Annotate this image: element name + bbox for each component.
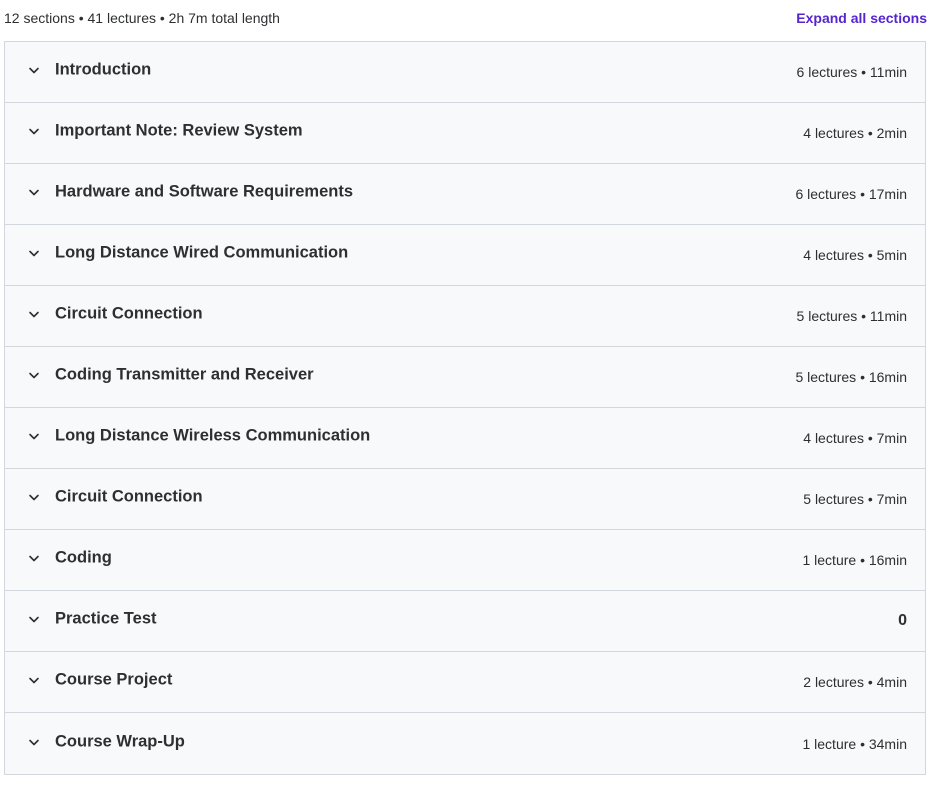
chevron-down-icon xyxy=(27,185,41,199)
section-meta: 4 lectures • 7min xyxy=(803,430,907,446)
section-meta: 6 lectures • 11min xyxy=(796,64,907,80)
chevron-down-icon xyxy=(27,551,41,565)
curriculum-summary-bar: 12 sections • 41 lectures • 2h 7m total … xyxy=(4,0,927,40)
section-meta: 5 lectures • 11min xyxy=(796,308,907,324)
chevron-down-icon xyxy=(27,735,41,749)
chevron-down-icon xyxy=(27,307,41,321)
section-title: Practice Test xyxy=(55,609,157,628)
section-row-circuit-connection-2[interactable]: Circuit Connection 5 lectures • 7min xyxy=(5,469,925,530)
section-row-course-project[interactable]: Course Project 2 lectures • 4min xyxy=(5,652,925,713)
section-meta: 1 lecture • 34min xyxy=(802,735,907,752)
section-meta: 4 lectures • 2min xyxy=(803,125,907,141)
chevron-down-icon xyxy=(27,63,41,77)
chevron-down-icon xyxy=(27,612,41,626)
chevron-down-icon xyxy=(27,368,41,382)
section-row-practice-test[interactable]: Practice Test 0 xyxy=(5,591,925,652)
section-meta: 0 xyxy=(898,612,907,629)
section-title: Course Project xyxy=(55,670,173,689)
section-meta: 1 lecture • 16min xyxy=(802,552,907,568)
section-title: Long Distance Wireless Communication xyxy=(55,426,371,445)
section-meta: 4 lectures • 5min xyxy=(803,247,907,263)
chevron-down-icon xyxy=(27,124,41,138)
section-title: Long Distance Wired Communication xyxy=(55,243,349,262)
section-title: Hardware and Software Requirements xyxy=(55,182,353,201)
section-title: Coding Transmitter and Receiver xyxy=(55,365,314,384)
section-row-course-wrap-up[interactable]: Course Wrap-Up 1 lecture • 34min xyxy=(5,713,925,774)
chevron-down-icon xyxy=(27,490,41,504)
section-row-important-note[interactable]: Important Note: Review System 4 lectures… xyxy=(5,103,925,164)
section-title: Circuit Connection xyxy=(55,304,203,323)
section-title: Coding xyxy=(55,548,112,567)
section-title: Introduction xyxy=(55,60,152,79)
section-row-wireless-communication[interactable]: Long Distance Wireless Communication 4 l… xyxy=(5,408,925,469)
curriculum-accordion: Introduction 6 lectures • 11min Importan… xyxy=(4,41,926,775)
section-row-introduction[interactable]: Introduction 6 lectures • 11min xyxy=(5,42,925,103)
section-meta: 5 lectures • 7min xyxy=(803,491,907,507)
chevron-down-icon xyxy=(27,429,41,443)
chevron-down-icon xyxy=(27,673,41,687)
expand-all-sections-button[interactable]: Expand all sections xyxy=(796,10,927,26)
section-row-coding-transmitter-receiver[interactable]: Coding Transmitter and Receiver 5 lectur… xyxy=(5,347,925,408)
section-meta: 6 lectures • 17min xyxy=(795,186,907,202)
section-row-circuit-connection[interactable]: Circuit Connection 5 lectures • 11min xyxy=(5,286,925,347)
section-title: Important Note: Review System xyxy=(55,121,303,140)
section-row-wired-communication[interactable]: Long Distance Wired Communication 4 lect… xyxy=(5,225,925,286)
section-title: Circuit Connection xyxy=(55,487,203,506)
curriculum-summary: 12 sections • 41 lectures • 2h 7m total … xyxy=(4,10,280,26)
section-row-coding[interactable]: Coding 1 lecture • 16min xyxy=(5,530,925,591)
chevron-down-icon xyxy=(27,246,41,260)
section-meta: 2 lectures • 4min xyxy=(803,674,907,690)
section-title: Course Wrap-Up xyxy=(55,732,185,750)
section-row-hardware-software[interactable]: Hardware and Software Requirements 6 lec… xyxy=(5,164,925,225)
section-meta: 5 lectures • 16min xyxy=(795,369,907,385)
